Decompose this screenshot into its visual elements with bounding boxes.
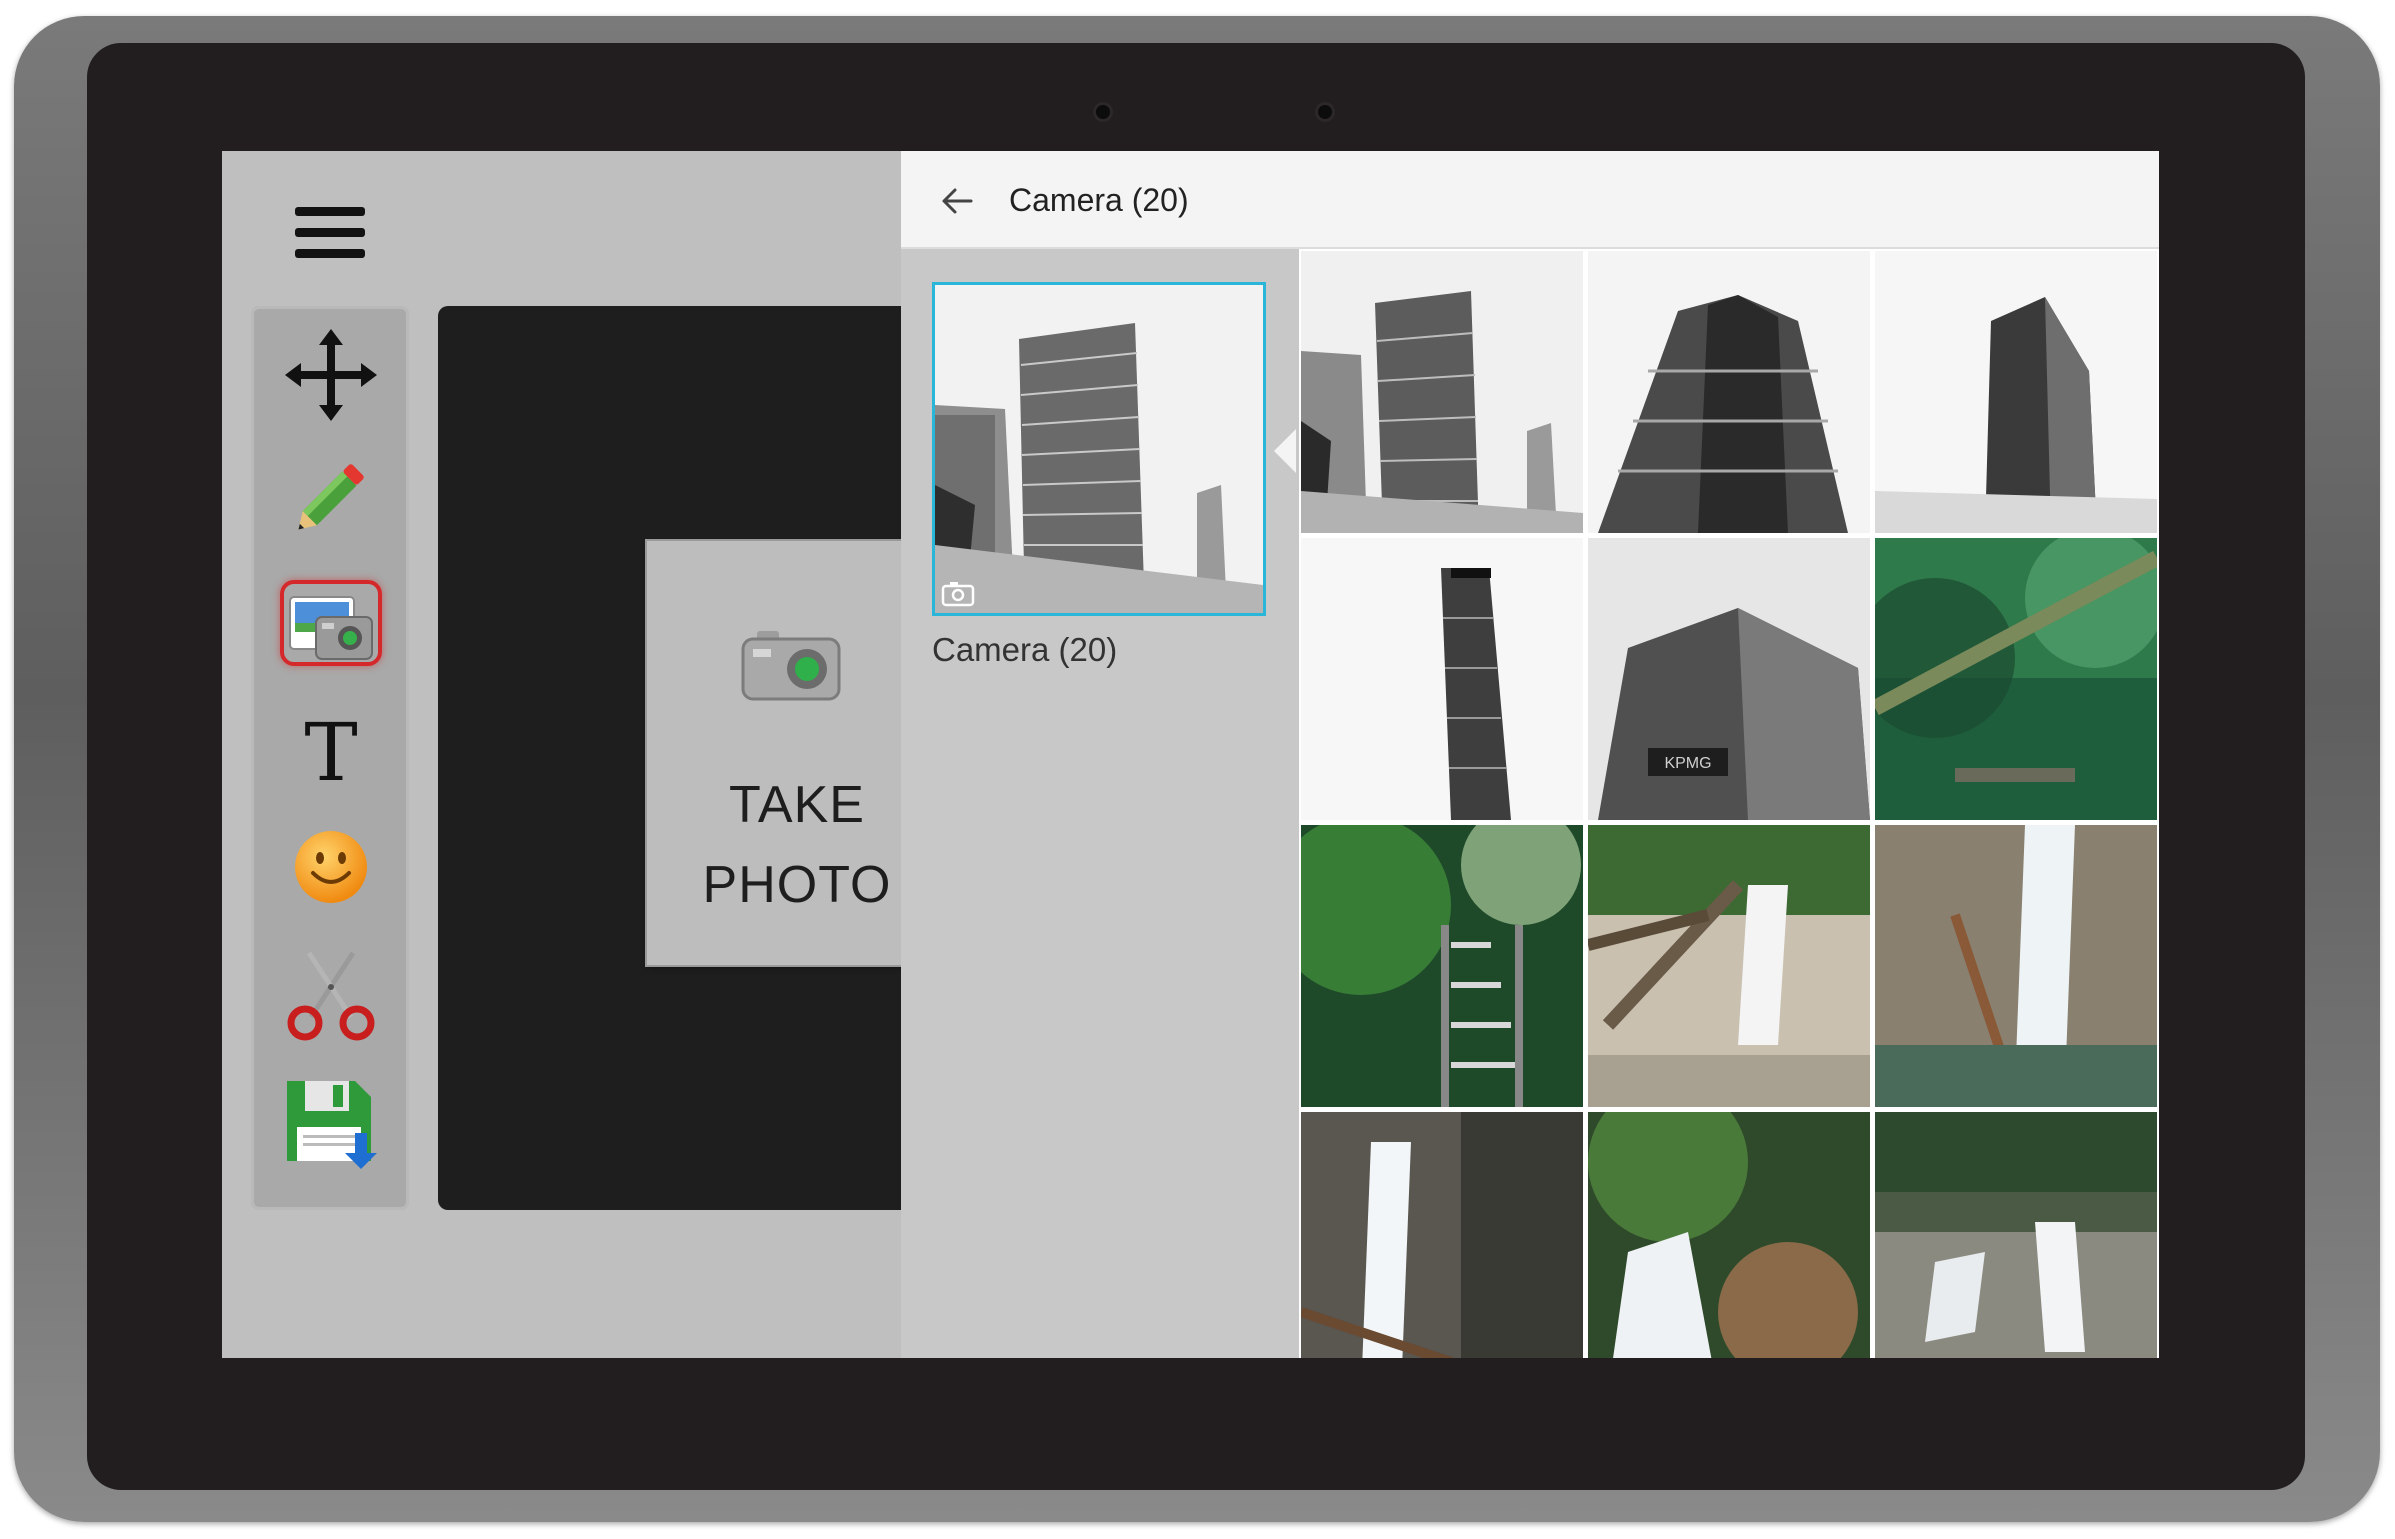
photo-picker-icon [289,596,373,660]
text-tool-button[interactable]: T [281,704,381,802]
photo-tool-button[interactable] [280,580,382,678]
photo-thumbnail[interactable] [1301,825,1583,1107]
kpmg-sign: KPMG [1664,755,1711,772]
camera-album-tile[interactable] [932,282,1266,616]
save-floppy-icon [287,1081,377,1169]
text-t-icon: T [304,706,358,799]
photo-thumbnail[interactable] [1875,825,2157,1107]
move-arrows-icon [285,329,377,421]
front-sensor [1096,105,1110,119]
sticker-tool-button[interactable] [281,818,381,916]
photo-thumbnail[interactable] [1301,1112,1583,1358]
photo-thumbnail[interactable] [1875,1112,2157,1358]
pencil-icon [298,464,364,530]
photo-thumbnail[interactable] [1875,538,2157,820]
photo-thumbnail[interactable] [1301,251,1583,533]
gallery-picker: Camera (20) Camera (20) KPMG [901,151,2159,1358]
album-cover-image [935,285,1263,613]
gallery-header: Camera (20) [901,151,2159,249]
camera-icon [941,582,975,607]
move-tool-button[interactable] [281,326,381,424]
gallery-title: Camera (20) [1009,182,1189,218]
app-screen: T TAKE PHOTO Camera (20) Camera (20) KPM… [222,151,2159,1358]
draw-tool-button[interactable] [281,448,381,546]
photo-grid: KPMG [1299,249,2159,1358]
scissors-icon [287,951,375,1041]
smiley-icon [295,831,367,903]
photo-thumbnail[interactable] [1301,538,1583,820]
hamburger-menu-icon[interactable] [295,207,365,263]
front-camera [1318,105,1332,119]
camera-icon [741,631,841,701]
photo-thumbnail[interactable]: KPMG [1588,538,1870,820]
back-arrow-icon[interactable] [937,181,977,221]
photo-thumbnail[interactable] [1875,251,2157,533]
photo-thumbnail[interactable] [1588,251,1870,533]
tool-palette: T [251,306,409,1210]
photo-thumbnail[interactable] [1588,1112,1870,1358]
crop-tool-button[interactable] [281,946,381,1044]
save-tool-button[interactable] [281,1074,381,1172]
selection-pointer [1274,429,1296,473]
album-label: Camera (20) [932,631,1118,668]
photo-thumbnail[interactable] [1588,825,1870,1107]
